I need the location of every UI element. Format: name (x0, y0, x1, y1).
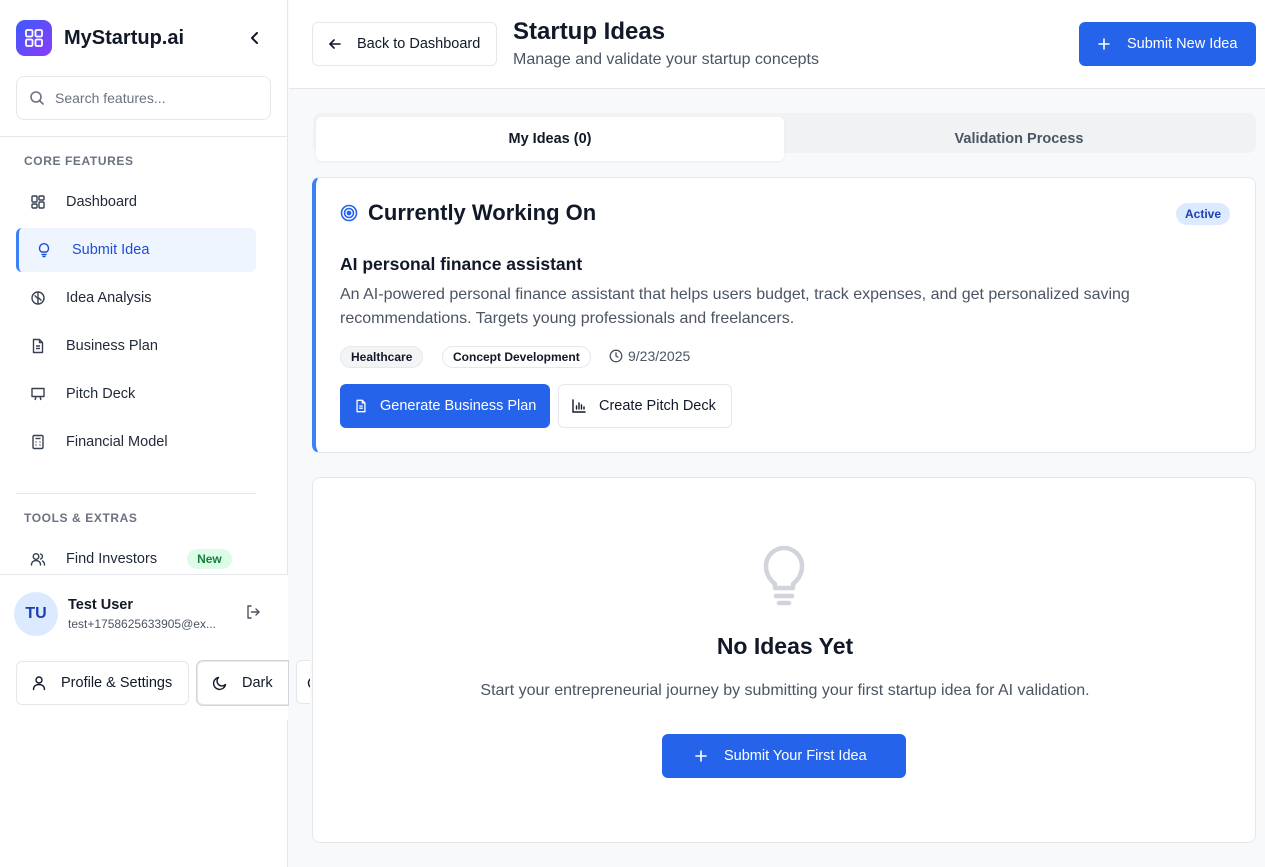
logout-icon (247, 605, 260, 619)
collapse-sidebar-button[interactable] (244, 26, 266, 50)
empty-description: Start your entrepreneurial journey by su… (480, 682, 1090, 699)
users-icon (30, 553, 46, 566)
lightbulb-icon (38, 243, 50, 258)
chevron-left-icon (251, 32, 258, 44)
generate-business-plan-button[interactable]: Generate Business Plan (340, 384, 550, 428)
submit-new-label: Submit New Idea (1127, 36, 1238, 52)
user-name: Test User (68, 597, 134, 613)
theme-option-button[interactable] (296, 660, 310, 704)
search-input[interactable] (55, 90, 255, 106)
lightbulb-icon (763, 545, 805, 606)
page-subtitle: Manage and validate your startup concept… (513, 51, 819, 68)
sidebar: MyStartup.ai CORE FEATURES Dashboard Sub… (0, 0, 288, 867)
back-to-dashboard-button[interactable]: Back to Dashboard (312, 22, 497, 66)
new-badge: New (187, 549, 232, 569)
user-area: TU Test User test+1758625633905@ex... Pr… (0, 574, 288, 720)
category-tag: Healthcare (340, 346, 424, 368)
tab-validation-process[interactable]: Validation Process (785, 117, 1253, 161)
bar-chart-icon (572, 399, 586, 413)
target-icon (340, 204, 358, 222)
sidebar-item-pitch-deck[interactable]: Pitch Deck (16, 372, 256, 416)
profile-settings-label: Profile & Settings (61, 675, 173, 691)
sidebar-item-label: Idea Analysis (66, 290, 152, 306)
create-pitch-deck-button[interactable]: Create Pitch Deck (558, 384, 732, 428)
moon-icon (212, 676, 227, 691)
idea-description: An AI-powered personal finance assistant… (340, 286, 1130, 327)
sidebar-item-dashboard[interactable]: Dashboard (16, 180, 256, 224)
idea-date: 9/23/2025 (609, 348, 690, 364)
sidebar-item-label: Business Plan (66, 338, 158, 354)
current-idea-card: Currently Working On Active AI personal … (312, 177, 1256, 453)
brain-icon (31, 291, 45, 305)
theme-option-icon (307, 678, 310, 688)
document-icon (356, 399, 366, 413)
plus-icon (695, 750, 707, 762)
search-box[interactable] (16, 76, 271, 120)
sidebar-item-idea-analysis[interactable]: Idea Analysis (16, 276, 256, 320)
logout-button[interactable] (245, 604, 261, 625)
dark-mode-label: Dark (242, 675, 273, 691)
user-email: test+1758625633905@ex... (68, 617, 216, 631)
sidebar-item-label: Financial Model (66, 434, 168, 450)
calculator-icon (32, 434, 44, 450)
arrow-left-icon (329, 39, 341, 49)
stage-tag: Concept Development (442, 346, 591, 368)
app-name: MyStartup.ai (64, 26, 185, 49)
page-title: Startup Ideas (513, 18, 666, 45)
tab-my-ideas[interactable]: My Ideas (0) (316, 117, 784, 161)
pitch-label: Create Pitch Deck (599, 398, 716, 414)
sidebar-item-label: Dashboard (66, 194, 137, 210)
presentation-icon (31, 387, 45, 401)
sidebar-item-submit-idea[interactable]: Submit Idea (16, 228, 256, 272)
sidebar-item-label: Pitch Deck (66, 386, 136, 402)
empty-title: No Ideas Yet (716, 633, 854, 659)
sidebar-item-business-plan[interactable]: Business Plan (16, 324, 256, 368)
dark-mode-button[interactable]: Dark (197, 661, 288, 705)
page-header: Back to Dashboard Startup Ideas Manage a… (289, 0, 1265, 89)
profile-settings-button[interactable]: Profile & Settings (16, 661, 189, 705)
avatar[interactable]: TU (14, 592, 58, 636)
current-heading-text: Currently Working On (368, 200, 597, 225)
empty-state-card: No Ideas Yet Start your entrepreneurial … (312, 477, 1256, 843)
submit-new-idea-button[interactable]: Submit New Idea (1079, 22, 1256, 66)
plus-icon (1098, 38, 1110, 50)
tab-bar: My Ideas (0) Validation Process (313, 113, 1256, 161)
sidebar-divider (0, 136, 288, 137)
sidebar-item-label: Submit Idea (72, 242, 150, 258)
sidebar-item-financial-model[interactable]: Financial Model (16, 420, 256, 464)
app-logo-icon (16, 20, 52, 56)
user-icon (32, 676, 46, 691)
sidebar-item-label: Find Investors (66, 551, 158, 567)
idea-title: AI personal finance assistant (340, 254, 583, 274)
status-badge: Active (1176, 203, 1231, 225)
document-icon (32, 338, 44, 354)
brand[interactable]: MyStartup.ai (16, 20, 184, 56)
submit-first-label: Submit Your First Idea (724, 748, 867, 764)
clock-icon (609, 349, 623, 363)
core-features-label: CORE FEATURES (24, 154, 134, 168)
submit-first-idea-button[interactable]: Submit Your First Idea (662, 734, 906, 778)
sidebar-divider (16, 493, 256, 494)
grid-icon (31, 195, 45, 209)
date-text: 9/23/2025 (628, 348, 691, 364)
current-heading: Currently Working On (340, 200, 596, 226)
generate-label: Generate Business Plan (380, 398, 537, 414)
search-icon (30, 91, 44, 105)
tools-extras-label: TOOLS & EXTRAS (24, 511, 138, 525)
back-label: Back to Dashboard (357, 36, 481, 52)
